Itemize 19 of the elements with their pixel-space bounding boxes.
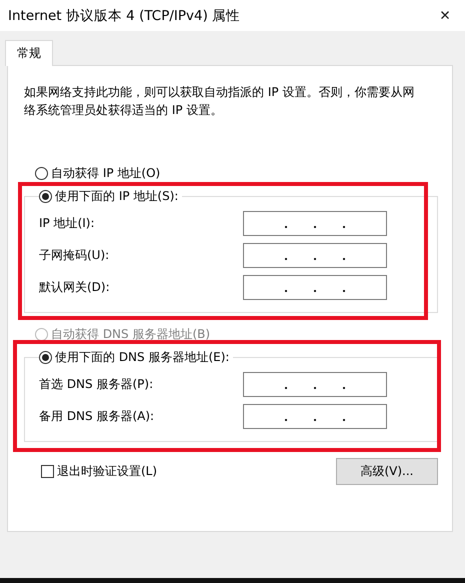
tab[interactable]: 常规 <box>5 40 53 66</box>
description-text: 如果网络支持此功能，则可以获取自动指派的 IP 设置。否则，你需要从网络系统管理员处获得适当的 IP 设置。 <box>24 84 416 119</box>
radio-option[interactable]: 使用下面的 IP 地址(S): <box>39 188 178 205</box>
field-label: 子网掩码(U): <box>39 247 110 264</box>
ip-address-field[interactable] <box>243 404 387 429</box>
radio-option[interactable]: 使用下面的 DNS 服务器地址(E): <box>39 349 230 366</box>
field-label: 备用 DNS 服务器(A): <box>39 408 156 425</box>
ip-address-field[interactable] <box>243 372 387 397</box>
validate-checkbox[interactable]: 退出时验证设置(L) <box>41 463 158 480</box>
field-label: 默认网关(D): <box>39 279 111 296</box>
advanced-button[interactable]: 高级(V)... <box>336 458 438 485</box>
close-button[interactable]: ✕ <box>425 8 465 24</box>
ip-address-field[interactable] <box>243 243 387 268</box>
radio-option[interactable]: 自动获得 IP 地址(O) <box>35 165 160 182</box>
ip-address-field[interactable] <box>243 275 387 300</box>
field-label: IP 地址(I): <box>39 215 96 232</box>
ip-address-field[interactable] <box>243 211 387 236</box>
window-title: Internet 协议版本 4 (TCP/IPv4) 属性 <box>8 6 240 24</box>
field-label: 首选 DNS 服务器(P): <box>39 376 154 393</box>
